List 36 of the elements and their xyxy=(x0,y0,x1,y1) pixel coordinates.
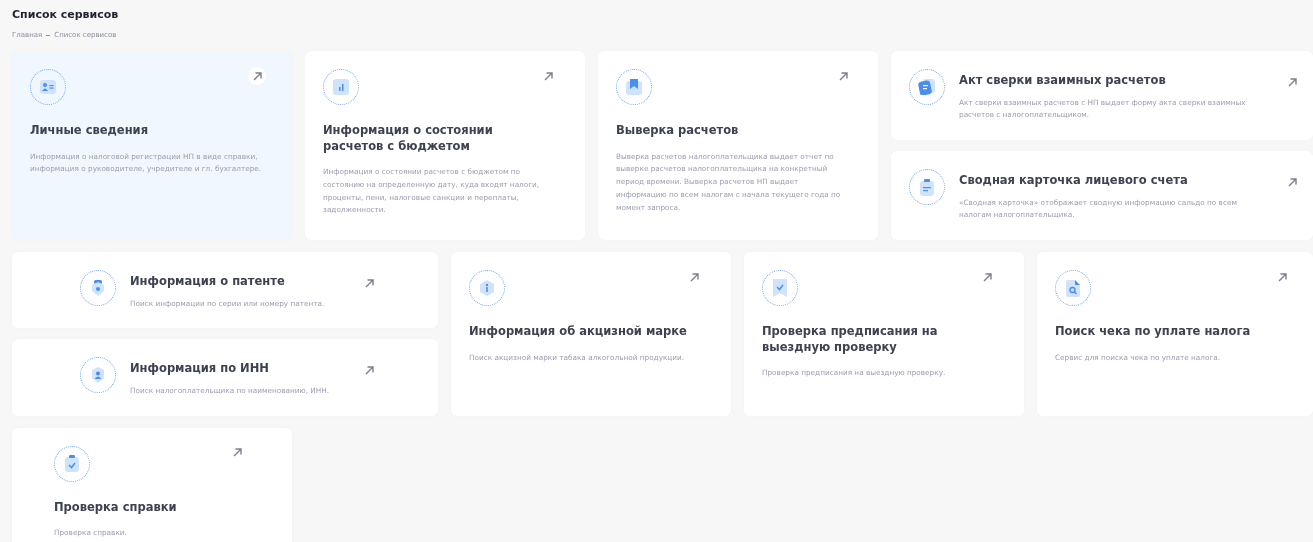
card-title: Поиск чека по уплате налога xyxy=(1055,324,1252,340)
card-title: Информация по ИНН xyxy=(130,361,269,377)
card-title: Проверка справки xyxy=(54,499,178,516)
card-title: Информация об акцизной марке xyxy=(469,324,688,340)
bookmark-icon xyxy=(626,79,642,95)
card-title: Сводная карточка лицевого счета xyxy=(959,173,1188,189)
arrow-up-right-icon xyxy=(1287,77,1297,87)
bar-chart-icon xyxy=(333,79,349,95)
card-title: Выверка расчетов xyxy=(616,123,740,139)
arrow-up-right-icon xyxy=(252,71,262,81)
documents-icon xyxy=(918,79,936,95)
arrow-up-right-icon xyxy=(982,272,992,282)
clipboard-icon xyxy=(920,178,934,196)
shield-user-icon xyxy=(91,367,105,384)
open-button[interactable] xyxy=(248,67,266,85)
arrow-up-right-icon xyxy=(1287,177,1297,187)
id-card-icon xyxy=(40,80,56,94)
arrow-up-right-icon xyxy=(543,71,553,81)
arrow-up-right-icon xyxy=(364,365,374,375)
arrow-up-right-icon xyxy=(838,71,848,81)
arrow-up-right-icon xyxy=(232,448,242,458)
badge-check-icon xyxy=(772,279,788,298)
card-title: Акт сверки взаимных расчетов xyxy=(959,73,1166,89)
document-search-icon xyxy=(1066,279,1080,297)
page-title: Список сервисов xyxy=(12,8,120,21)
card-title: Проверка предписания на выездную проверку xyxy=(762,324,939,356)
card-title: Информация о состоянии расчетов с бюджетом xyxy=(323,123,494,155)
arrow-up-right-icon xyxy=(1277,272,1287,282)
card-title: Информация о патенте xyxy=(130,274,285,290)
arrow-up-right-icon xyxy=(689,272,699,282)
service-card[interactable] xyxy=(305,51,585,241)
clipboard-check-icon xyxy=(65,455,79,473)
shield-star-icon xyxy=(91,280,105,297)
arrow-up-right-icon xyxy=(364,278,374,288)
info-icon xyxy=(480,280,494,297)
card-title: Личные сведения xyxy=(30,123,150,139)
